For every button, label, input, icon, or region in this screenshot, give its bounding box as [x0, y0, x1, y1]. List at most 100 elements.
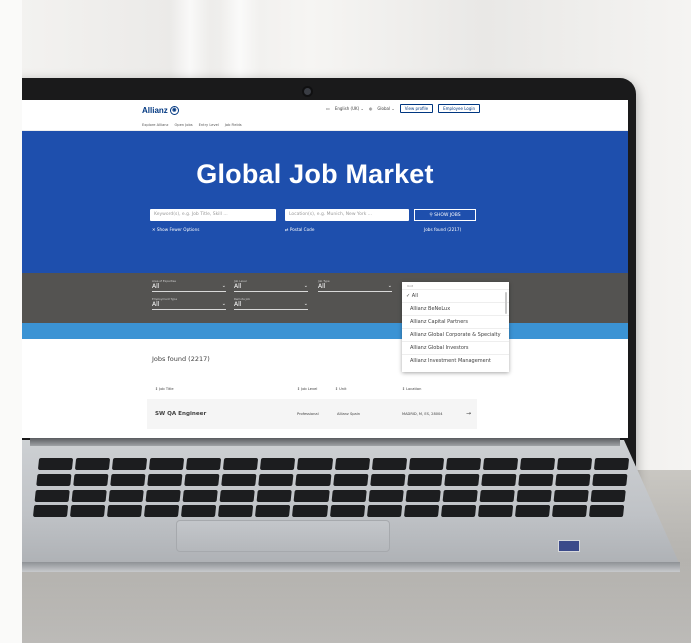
nav-explore-allianz[interactable]: Explore Allianz [142, 123, 168, 127]
curtain-highlight [170, 0, 210, 90]
region-label: Global [377, 106, 391, 111]
unit-option-all[interactable]: ✓ All [402, 289, 509, 302]
unit-option[interactable]: Allianz Capital Partners [402, 315, 509, 328]
unit-option[interactable]: Allianz Investment Management [402, 354, 509, 367]
site-header: Allianz ◉ ▭ English (UK) ⌄ ◍ Global ⌄ Vi… [22, 100, 628, 120]
filter-value: All [234, 283, 242, 290]
keyboard-key [514, 505, 551, 518]
nav-entry-level[interactable]: Entry Level [199, 123, 219, 127]
header-actions: ▭ English (UK) ⌄ ◍ Global ⌄ View profile… [326, 104, 480, 113]
filter-employment-type[interactable]: Employment Type All ⌄ [152, 297, 226, 310]
keyboard-key [258, 473, 294, 486]
filter-area-of-expertise[interactable]: Area of Expertise All ⌄ [152, 279, 226, 292]
job-title[interactable]: SW QA Engineer [155, 411, 206, 417]
unit-dropdown[interactable]: Unit ✓ All Allianz BeNeLux Allianz Capit… [402, 282, 509, 372]
chevron-down-icon: ⌄ [303, 301, 308, 307]
filter-job-type[interactable]: Job Type All ⌄ [318, 279, 392, 292]
keyboard-key [334, 458, 370, 470]
column-header-unit[interactable]: ⇕ Unit [335, 387, 347, 391]
jobs-found-count: Jobs found (2217) [424, 227, 462, 232]
keyboard-key [480, 473, 517, 486]
chevron-down-icon: ⌄ [221, 301, 226, 307]
keyword-input[interactable]: Keyword(s), e.g. Job Title, Skill ... [150, 209, 276, 221]
chevron-down-icon: ⌄ [387, 283, 392, 289]
column-label: Job Level [301, 387, 318, 391]
chevron-down-icon: ⌄ [221, 283, 226, 289]
page-title: Global Job Market [196, 159, 434, 189]
keyboard-key [406, 473, 443, 486]
job-unit: Allianz Spain [337, 412, 361, 416]
table-row[interactable]: SW QA Engineer Professional Allianz Spai… [147, 399, 477, 429]
nav-job-fields[interactable]: Job Fields [225, 123, 242, 127]
keyboard-key [555, 473, 591, 486]
accent-stripe [22, 323, 628, 339]
column-header-job-level[interactable]: ⇕ Job Level [297, 387, 317, 391]
photo-border [0, 0, 22, 643]
job-level: Professional [297, 412, 319, 416]
location-input[interactable]: Location(s), e.g. Munich, New York ... [285, 209, 409, 221]
keyboard-key [592, 473, 628, 486]
column-header-job-title[interactable]: ⇕ Job Title [155, 387, 174, 391]
keyboard-key [108, 489, 145, 502]
keyboard-key [36, 473, 72, 486]
employee-login-button[interactable]: Employee Login [438, 104, 480, 113]
show-fewer-options-link[interactable]: ✕ Show Fewer Options [152, 227, 199, 232]
globe-icon: ◍ [368, 106, 373, 111]
filter-value: All [152, 301, 160, 308]
filter-value: All [234, 301, 242, 308]
column-header-location[interactable]: ⇕ Location [402, 387, 421, 391]
keyboard-key [588, 505, 625, 518]
keyboard-key [69, 505, 106, 518]
keyboard-key [112, 458, 148, 470]
intel-sticker [558, 540, 580, 552]
results-section: Jobs found (2217) ⇕ Job Title ⇕ Job Leve… [22, 339, 628, 438]
filter-remote-job[interactable]: Remote Job All ⌄ [234, 297, 308, 310]
keyboard-key [371, 458, 407, 470]
keyboard-key [182, 489, 219, 502]
unit-option[interactable]: Allianz Global Investors [402, 341, 509, 354]
unit-option[interactable]: Allianz BeNeLux [402, 302, 509, 315]
keyboard-key [34, 489, 70, 502]
keyboard-key [223, 458, 259, 470]
arrow-right-icon[interactable]: → [466, 410, 471, 417]
keyboard [32, 458, 630, 518]
nav-open-jobs[interactable]: Open Jobs [174, 123, 192, 127]
sort-icon: ⇕ [402, 387, 406, 391]
postal-code-toggle[interactable]: ⇄ Postal Code [285, 227, 314, 232]
desk-sheen [0, 560, 691, 643]
keyboard-key [71, 489, 107, 502]
keyboard-key [32, 505, 69, 518]
column-label: Job Title [159, 387, 174, 391]
keyboard-key [294, 489, 330, 502]
unit-dropdown-label: Unit [407, 284, 414, 288]
keyboard-key [297, 458, 333, 470]
keyboard-key [181, 505, 217, 518]
keyboard-key [144, 505, 180, 518]
keyboard-key [221, 473, 257, 486]
show-jobs-button[interactable]: ⚲ SHOW JOBS [414, 209, 476, 221]
sub-navigation: Explore Allianz Open Jobs Entry Level Jo… [22, 120, 628, 131]
keyboard-key [145, 489, 182, 502]
filter-job-level[interactable]: Job Level All ⌄ [234, 279, 308, 292]
language-selector[interactable]: English (UK) ⌄ [335, 106, 364, 111]
touchpad [176, 520, 390, 552]
allianz-logo[interactable]: Allianz ◉ [142, 105, 179, 115]
keyboard-key [110, 473, 146, 486]
view-profile-button[interactable]: View profile [399, 104, 434, 113]
column-label: Location [406, 387, 422, 391]
keyboard-key [556, 458, 593, 470]
column-label: Unit [339, 387, 347, 391]
filter-panel: Area of Expertise All ⌄ Job Level All ⌄ Jo… [22, 273, 628, 323]
search-icon: ⚲ [429, 213, 433, 218]
keyboard-key [218, 505, 254, 518]
region-selector[interactable]: Global ⌄ [377, 106, 394, 111]
job-location: MADRID, M, ES, 28004 [402, 412, 443, 416]
keyboard-key [369, 473, 406, 486]
webcam-icon [304, 88, 311, 95]
unit-option[interactable]: Allianz Global Corporate & Specialty [402, 328, 509, 341]
keyboard-key [551, 505, 588, 518]
keyboard-key [149, 458, 185, 470]
dropdown-scrollbar[interactable] [505, 292, 507, 314]
curtain-highlight [220, 0, 260, 90]
keyboard-key [292, 505, 328, 518]
